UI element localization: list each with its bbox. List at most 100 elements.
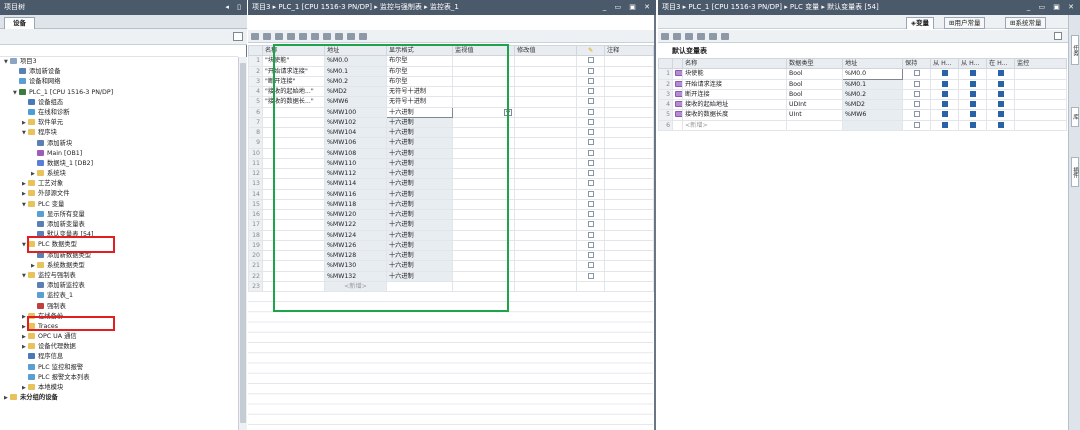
comment-cell[interactable] [604,249,654,262]
modify-value-cell[interactable] [514,239,577,252]
comment-cell[interactable] [604,219,654,231]
modify-checkbox-cell[interactable] [576,116,605,129]
modify-checkbox-cell[interactable] [576,157,605,170]
flag-checkbox[interactable] [969,90,976,97]
watch-col-header[interactable]: ✎ [576,44,605,57]
watch-col-header[interactable]: 修改值 [514,44,577,57]
modify-checkbox-cell[interactable] [576,137,605,149]
tag-table-row[interactable]: 3 断开连接 Bool %M0.2 [658,88,1067,101]
tab-user-constants[interactable]: ⊞用户常量 [944,17,986,29]
modify-checkbox-cell[interactable] [576,96,605,108]
tree-item[interactable]: 添加新设备 [0,67,238,77]
tag-col-header[interactable]: 从 H... [958,57,987,70]
tag-flag-cell[interactable] [958,109,987,121]
tag-datatype-cell[interactable]: Bool [786,88,843,101]
tag-address-cell[interactable]: %MW6 [842,109,903,121]
comment-cell[interactable] [604,96,654,108]
modify-checkbox-cell[interactable] [576,198,605,211]
filter-icon[interactable] [721,33,729,40]
insert-row-icon[interactable] [251,33,259,40]
flag-checkbox[interactable] [997,101,1004,108]
tag-address-cell[interactable]: %M0.0 [842,68,903,80]
modify-checkbox[interactable] [587,170,594,177]
comment-cell[interactable] [604,55,654,67]
export-icon[interactable] [685,33,693,40]
flag-checkbox[interactable] [913,101,920,108]
modify-checkbox-cell[interactable] [576,270,605,282]
tag-flag-cell[interactable] [902,119,931,131]
comment-cell[interactable] [604,137,654,149]
modify-value-cell[interactable] [514,126,577,139]
tag-flag-cell[interactable] [930,78,959,90]
tag-name-cell[interactable]: 接收的起始地址 [682,98,787,111]
tree-item[interactable]: ▶ 系统数据类型 [0,261,238,271]
tree-item[interactable]: ▶ 软件单元 [0,118,238,128]
modify-value-cell[interactable] [514,188,577,200]
modify-checkbox-cell[interactable] [576,239,605,252]
tree-item[interactable]: ▼ 项目3 [0,57,238,67]
tree-item[interactable]: 数据块_1 [DB2] [0,159,238,169]
comment-cell[interactable] [604,75,654,88]
tag-col-header[interactable]: 名称 [682,57,787,70]
modify-value-cell[interactable] [514,198,577,211]
tag-col-header[interactable]: 从 H... [930,57,959,70]
flag-checkbox[interactable] [969,111,976,118]
comment-cell[interactable] [604,147,654,159]
modify-checkbox[interactable] [587,98,594,105]
tree-item[interactable]: PLC 监控和报警 [0,363,238,373]
flag-checkbox[interactable] [941,111,948,118]
tag-table-row[interactable]: 5 接收的数据长度 UInt %MW6 [658,109,1067,121]
tree-item[interactable]: ▶ 未分组的设备 [0,393,238,403]
tag-table-row[interactable]: 6 <新增> [658,119,1067,131]
comment-cell[interactable] [604,198,654,211]
modify-checkbox[interactable] [587,190,594,197]
modify-value-cell[interactable] [514,55,577,67]
modify-checkbox[interactable] [587,200,594,207]
tree-item[interactable]: 显示所有变量 [0,210,238,220]
modify-checkbox[interactable] [587,180,594,187]
tag-datatype-cell[interactable] [786,119,843,131]
flag-checkbox[interactable] [941,70,948,77]
tag-col-header[interactable]: 保持 [902,57,931,70]
view-toggle-icon[interactable] [233,32,243,41]
tag-flag-cell[interactable] [930,98,959,111]
tag-flag-cell[interactable] [930,109,959,121]
tag-header-buttons[interactable]: _ ▭ ▣ ✕ [1027,0,1077,15]
comment-cell[interactable] [604,106,654,118]
modify-checkbox[interactable] [587,67,594,74]
tree-item[interactable]: 程序信息 [0,352,238,362]
tag-flag-cell[interactable] [986,68,1015,80]
modify-checkbox[interactable] [587,57,594,64]
side-tab-tasks[interactable]: 任务 [1071,35,1079,65]
comment-cell[interactable] [604,178,654,190]
comment-cell[interactable] [604,157,654,170]
tag-table-row[interactable]: 4 接收的起始地址 UDInt %MD2 [658,98,1067,111]
modify-checkbox-cell[interactable] [576,178,605,190]
comment-cell[interactable] [604,260,654,272]
tag-flag-cell[interactable] [902,78,931,90]
tree-item[interactable]: Main [OB1] [0,149,238,159]
modify-checkbox[interactable] [587,88,594,95]
tag-flag-cell[interactable] [902,109,931,121]
modify-now-icon[interactable] [299,33,307,40]
flag-checkbox[interactable] [913,70,920,77]
tree-scrollbar[interactable] [238,57,247,430]
unforce-icon[interactable] [335,33,343,40]
modify-value-cell[interactable] [514,65,577,77]
modify-value-cell[interactable] [514,167,577,180]
modify-checkbox[interactable] [587,77,594,84]
tag-flag-cell[interactable] [902,98,931,111]
tag-col-header[interactable]: 在 H... [986,57,1015,70]
comment-cell[interactable] [604,188,654,200]
comment-cell[interactable] [604,239,654,252]
tree-item[interactable]: ▼ 程序块 [0,128,238,138]
monitor-all-icon[interactable] [287,33,295,40]
watch-col-header[interactable]: 注释 [604,44,654,57]
tag-flag-cell[interactable] [986,119,1015,131]
modify-checkbox-cell[interactable] [576,208,605,221]
modify-value-cell[interactable] [514,147,577,159]
add-row-icon[interactable] [263,33,271,40]
watch-header-buttons[interactable]: _ ▭ ▣ ✕ [603,0,653,15]
flag-checkbox[interactable] [997,121,1004,128]
modify-value-cell[interactable] [514,249,577,262]
